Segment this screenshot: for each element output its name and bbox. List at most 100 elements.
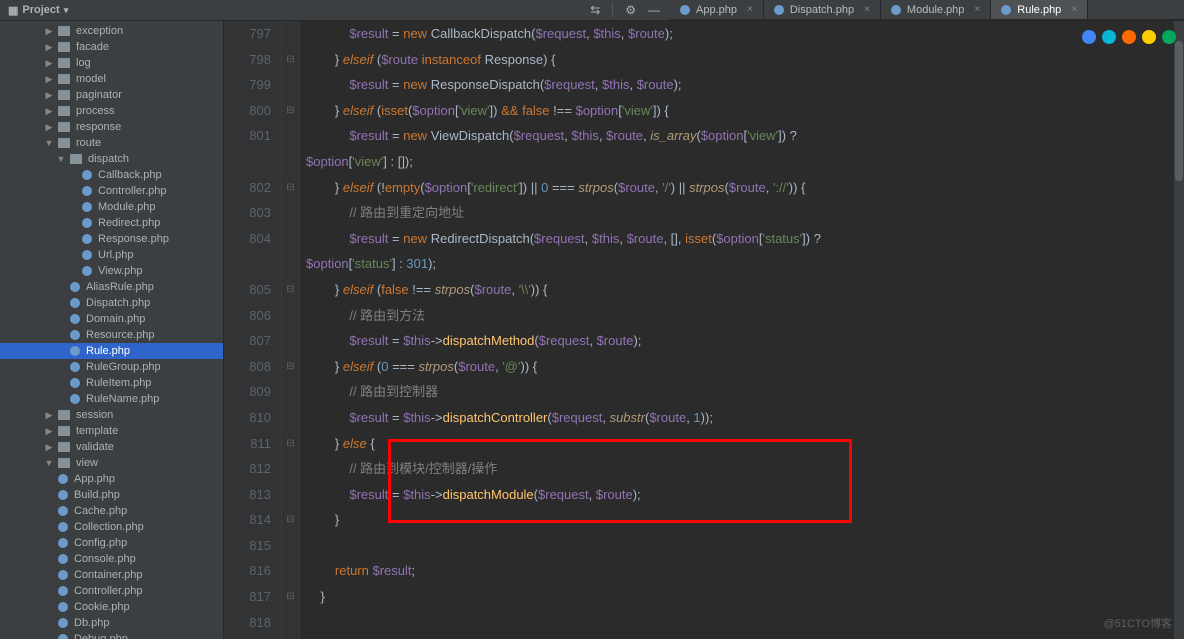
tree-item-exception[interactable]: ▶exception bbox=[0, 23, 223, 39]
twisty-icon[interactable]: ▶ bbox=[44, 442, 54, 453]
tab-rule[interactable]: Rule.php× bbox=[991, 0, 1088, 19]
close-icon[interactable]: × bbox=[1071, 4, 1077, 15]
twisty-icon[interactable]: ▶ bbox=[44, 42, 54, 53]
code-line[interactable]: } bbox=[306, 507, 1184, 533]
tree-item-build[interactable]: Build.php bbox=[0, 487, 223, 503]
tree-item-url[interactable]: Url.php bbox=[0, 247, 223, 263]
safari-icon[interactable] bbox=[1142, 30, 1156, 44]
tree-item-response[interactable]: Response.php bbox=[0, 231, 223, 247]
tree-item-container[interactable]: Container.php bbox=[0, 567, 223, 583]
tree-item-callback[interactable]: Callback.php bbox=[0, 167, 223, 183]
tree-item-config[interactable]: Config.php bbox=[0, 535, 223, 551]
tree-item-validate[interactable]: ▶validate bbox=[0, 439, 223, 455]
php-icon bbox=[58, 538, 68, 548]
tree-item-route[interactable]: ▼route bbox=[0, 135, 223, 151]
code-line[interactable] bbox=[306, 610, 1184, 636]
twisty-icon[interactable]: ▶ bbox=[44, 410, 54, 421]
code-line[interactable]: // 路由到控制器 bbox=[306, 379, 1184, 405]
tree-item-rulegroup[interactable]: RuleGroup.php bbox=[0, 359, 223, 375]
code-line[interactable]: $result = new ResponseDispatch($request,… bbox=[306, 72, 1184, 98]
code-line[interactable]: } elseif (isset($option['view']) && fals… bbox=[306, 98, 1184, 124]
chrome-icon[interactable] bbox=[1082, 30, 1096, 44]
tree-item-label: Container.php bbox=[72, 569, 143, 581]
code-line[interactable]: } bbox=[306, 584, 1184, 610]
tree-item-rule[interactable]: Rule.php bbox=[0, 343, 223, 359]
tree-item-view[interactable]: ▼view bbox=[0, 455, 223, 471]
tree-item-paginator[interactable]: ▶paginator bbox=[0, 87, 223, 103]
close-icon[interactable]: × bbox=[747, 4, 753, 15]
code-line[interactable]: $option['status'] : 301); bbox=[306, 251, 1184, 277]
twisty-icon[interactable]: ▼ bbox=[56, 154, 66, 164]
tree-item-dispatch[interactable]: Dispatch.php bbox=[0, 295, 223, 311]
tree-item-app[interactable]: App.php bbox=[0, 471, 223, 487]
tree-item-domain[interactable]: Domain.php bbox=[0, 311, 223, 327]
twisty-icon[interactable]: ▶ bbox=[44, 90, 54, 101]
dash-icon[interactable]: — bbox=[648, 3, 660, 17]
code-line[interactable]: $result = new RedirectDispatch($request,… bbox=[306, 226, 1184, 252]
code-line[interactable] bbox=[306, 533, 1184, 559]
code-line[interactable]: // 路由到方法 bbox=[306, 303, 1184, 329]
tree-item-controller[interactable]: Controller.php bbox=[0, 583, 223, 599]
twisty-icon[interactable]: ▼ bbox=[44, 458, 54, 468]
tree-item-log[interactable]: ▶log bbox=[0, 55, 223, 71]
tree-item-template[interactable]: ▶template bbox=[0, 423, 223, 439]
tree-item-facade[interactable]: ▶facade bbox=[0, 39, 223, 55]
tree-item-process[interactable]: ▶process bbox=[0, 103, 223, 119]
code-line[interactable]: } elseif (false !== strpos($route, '\\')… bbox=[306, 277, 1184, 303]
tree-item-rulename[interactable]: RuleName.php bbox=[0, 391, 223, 407]
scrollbar-thumb[interactable] bbox=[1175, 41, 1183, 181]
code-line[interactable]: $result = $this->dispatchModule($request… bbox=[306, 482, 1184, 508]
close-icon[interactable]: × bbox=[974, 4, 980, 15]
tree-item-view[interactable]: View.php bbox=[0, 263, 223, 279]
opera-icon[interactable] bbox=[1162, 30, 1176, 44]
code-line[interactable]: $result = new CallbackDispatch($request,… bbox=[306, 21, 1184, 47]
code-line[interactable]: // 路由到重定向地址 bbox=[306, 200, 1184, 226]
project-tool-button[interactable]: ▦ Project ▾ bbox=[0, 4, 76, 17]
code-line[interactable]: $option['view'] : []); bbox=[306, 149, 1184, 175]
tree-item-cache[interactable]: Cache.php bbox=[0, 503, 223, 519]
tree-item-model[interactable]: ▶model bbox=[0, 71, 223, 87]
twisty-icon[interactable]: ▶ bbox=[44, 122, 54, 133]
code-editor[interactable]: 7977987998008018028038048058068078088098… bbox=[224, 21, 1184, 639]
code-line[interactable]: } elseif ($route instanceof Response) { bbox=[306, 47, 1184, 73]
code-line[interactable]: $result = $this->dispatchMethod($request… bbox=[306, 328, 1184, 354]
tree-item-resource[interactable]: Resource.php bbox=[0, 327, 223, 343]
editor-scrollbar[interactable] bbox=[1174, 21, 1184, 639]
tree-item-cookie[interactable]: Cookie.php bbox=[0, 599, 223, 615]
twisty-icon[interactable]: ▶ bbox=[44, 106, 54, 117]
code-line[interactable]: } elseif (!empty($option['redirect']) ||… bbox=[306, 175, 1184, 201]
code-line[interactable]: } elseif (0 === strpos($route, '@')) { bbox=[306, 354, 1184, 380]
tree-item-aliasrule[interactable]: AliasRule.php bbox=[0, 279, 223, 295]
folder-icon bbox=[58, 122, 70, 132]
tree-item-debug[interactable]: Debug.php bbox=[0, 631, 223, 639]
code-line[interactable]: // 路由到模块/控制器/操作 bbox=[306, 456, 1184, 482]
code-area[interactable]: $result = new CallbackDispatch($request,… bbox=[300, 21, 1184, 639]
collapse-icon[interactable]: ⇆ bbox=[590, 3, 600, 17]
code-line[interactable]: return $result; bbox=[306, 558, 1184, 584]
tree-item-response[interactable]: ▶response bbox=[0, 119, 223, 135]
code-line[interactable]: $result = new ViewDispatch($request, $th… bbox=[306, 123, 1184, 149]
tree-item-controller[interactable]: Controller.php bbox=[0, 183, 223, 199]
tree-item-db[interactable]: Db.php bbox=[0, 615, 223, 631]
twisty-icon[interactable]: ▶ bbox=[44, 74, 54, 85]
twisty-icon[interactable]: ▶ bbox=[44, 26, 54, 37]
close-icon[interactable]: × bbox=[864, 4, 870, 15]
tree-item-console[interactable]: Console.php bbox=[0, 551, 223, 567]
tab-dispatch[interactable]: Dispatch.php× bbox=[764, 0, 881, 19]
twisty-icon[interactable]: ▼ bbox=[44, 138, 54, 148]
twisty-icon[interactable]: ▶ bbox=[44, 58, 54, 69]
tree-item-module[interactable]: Module.php bbox=[0, 199, 223, 215]
tree-item-dispatch[interactable]: ▼dispatch bbox=[0, 151, 223, 167]
tab-app[interactable]: App.php× bbox=[670, 0, 764, 19]
firefox-icon[interactable] bbox=[1122, 30, 1136, 44]
tree-item-collection[interactable]: Collection.php bbox=[0, 519, 223, 535]
code-line[interactable]: } else { bbox=[306, 431, 1184, 457]
code-line[interactable]: $result = $this->dispatchController($req… bbox=[306, 405, 1184, 431]
tree-item-session[interactable]: ▶session bbox=[0, 407, 223, 423]
twisty-icon[interactable]: ▶ bbox=[44, 426, 54, 437]
edge-icon[interactable] bbox=[1102, 30, 1116, 44]
tab-module[interactable]: Module.php× bbox=[881, 0, 991, 19]
gear-icon[interactable]: ⚙ bbox=[625, 3, 636, 17]
tree-item-redirect[interactable]: Redirect.php bbox=[0, 215, 223, 231]
tree-item-ruleitem[interactable]: RuleItem.php bbox=[0, 375, 223, 391]
